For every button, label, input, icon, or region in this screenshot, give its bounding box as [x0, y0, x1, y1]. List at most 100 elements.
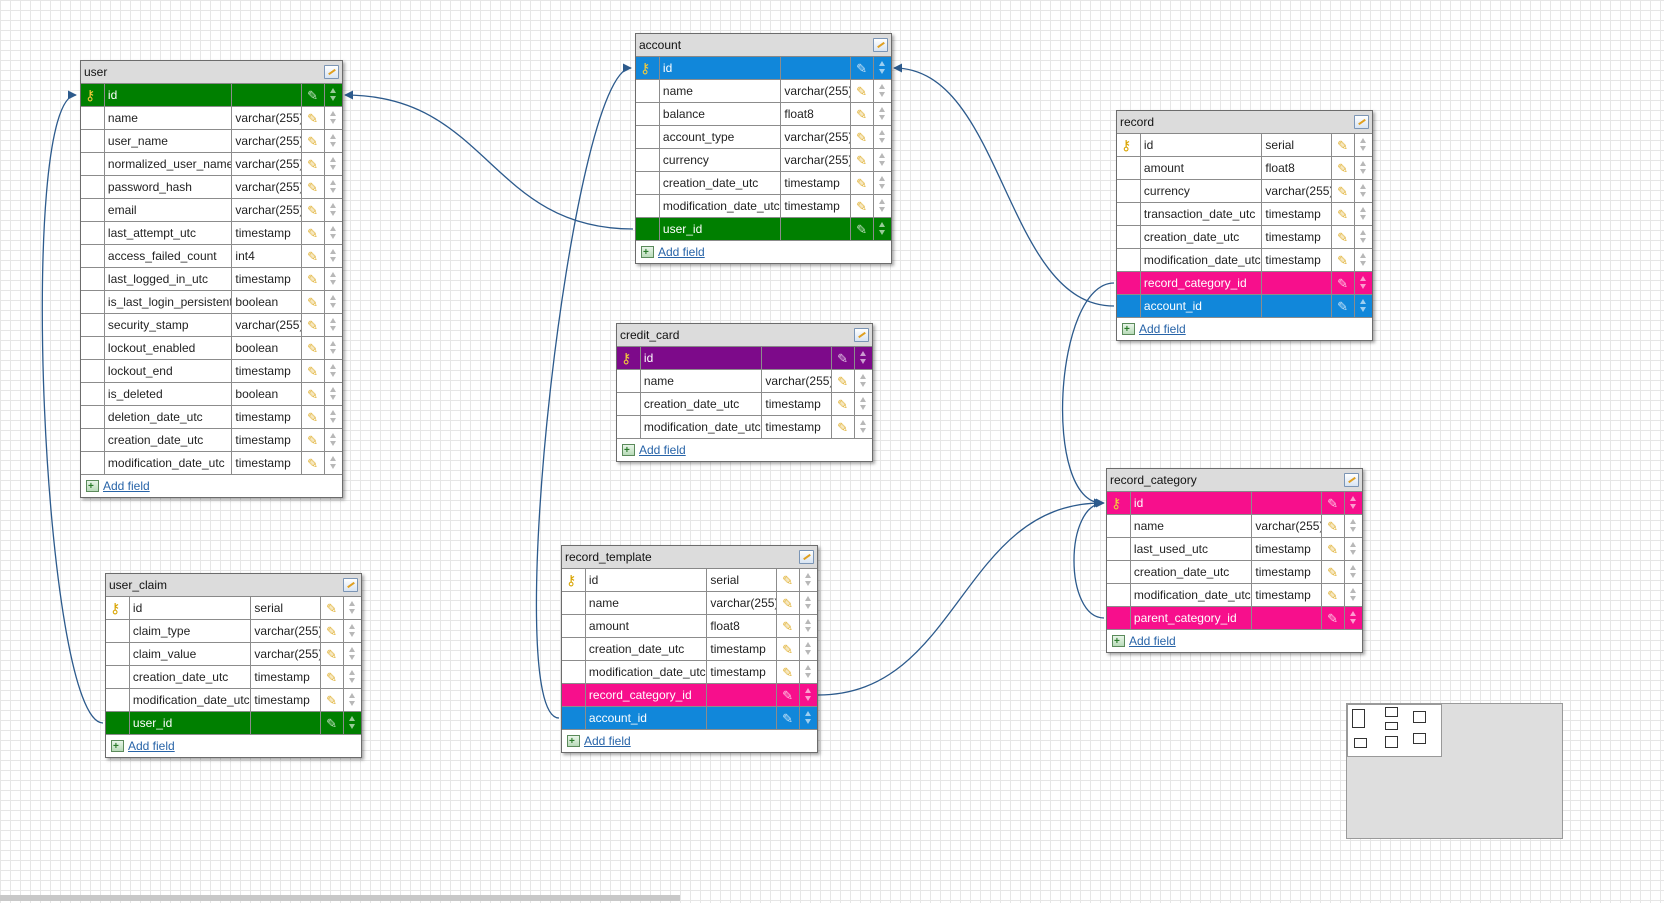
minimap[interactable] [1346, 703, 1563, 839]
reorder-arrows-icon[interactable] [1349, 519, 1357, 533]
reorder-arrows-icon[interactable] [804, 711, 812, 725]
edit-field-cell[interactable]: ✎ [302, 268, 326, 290]
table-record-category[interactable]: record_category ⚷ id ✎ name varchar(255) ✎ last… [1106, 468, 1363, 653]
field-row[interactable]: access_failed_count int4 ✎ [81, 245, 342, 268]
reorder-arrows-icon[interactable] [329, 111, 337, 125]
move-field-cell[interactable] [344, 712, 361, 734]
move-field-cell[interactable] [1355, 157, 1372, 179]
field-row[interactable]: amount float8 ✎ [562, 615, 817, 638]
pencil-icon[interactable]: ✎ [326, 713, 337, 734]
field-row[interactable]: ⚷ id serial ✎ [106, 597, 361, 620]
move-field-cell[interactable] [325, 291, 342, 313]
reorder-arrows-icon[interactable] [859, 397, 867, 411]
field-row[interactable]: creation_date_utc timestamp ✎ [106, 666, 361, 689]
pencil-icon[interactable]: ✎ [307, 200, 318, 221]
reorder-arrows-icon[interactable] [329, 387, 337, 401]
edit-table-icon[interactable] [854, 328, 869, 342]
edit-field-cell[interactable]: ✎ [302, 176, 326, 198]
table-credit-card[interactable]: credit_card ⚷ id ✎ name varchar(255) ✎ creation… [616, 323, 873, 462]
field-row[interactable]: lockout_enabled boolean ✎ [81, 337, 342, 360]
field-row[interactable]: ⚷ id ✎ [81, 84, 342, 107]
edit-field-cell[interactable]: ✎ [321, 620, 345, 642]
reorder-arrows-icon[interactable] [1359, 207, 1367, 221]
add-field-link[interactable]: Add field [103, 475, 150, 497]
move-field-cell[interactable] [874, 218, 891, 240]
pencil-icon[interactable]: ✎ [307, 292, 318, 313]
reorder-arrows-icon[interactable] [329, 318, 337, 332]
field-row[interactable]: last_attempt_utc timestamp ✎ [81, 222, 342, 245]
move-field-cell[interactable] [325, 268, 342, 290]
move-field-cell[interactable] [874, 172, 891, 194]
move-field-cell[interactable] [1355, 272, 1372, 294]
move-field-cell[interactable] [800, 592, 817, 614]
edit-field-cell[interactable]: ✎ [777, 684, 801, 706]
pencil-icon[interactable]: ✎ [782, 570, 793, 591]
move-field-cell[interactable] [325, 383, 342, 405]
field-row[interactable]: account_type varchar(255) ✎ [636, 126, 891, 149]
pencil-icon[interactable]: ✎ [782, 685, 793, 706]
table-user-claim[interactable]: user_claim ⚷ id serial ✎ claim_type varchar(25… [105, 573, 362, 758]
move-field-cell[interactable] [325, 337, 342, 359]
edit-field-cell[interactable]: ✎ [832, 393, 856, 415]
move-field-cell[interactable] [325, 107, 342, 129]
reorder-arrows-icon[interactable] [329, 88, 337, 102]
pencil-icon[interactable]: ✎ [782, 662, 793, 683]
edit-field-cell[interactable]: ✎ [1322, 492, 1346, 514]
edit-table-icon[interactable] [1344, 473, 1359, 487]
table-header[interactable]: account [636, 34, 891, 57]
move-field-cell[interactable] [1355, 226, 1372, 248]
pencil-icon[interactable]: ✎ [1327, 608, 1338, 629]
move-field-cell[interactable] [325, 406, 342, 428]
field-row[interactable]: is_deleted boolean ✎ [81, 383, 342, 406]
pencil-icon[interactable]: ✎ [782, 639, 793, 660]
move-field-cell[interactable] [1345, 607, 1362, 629]
move-field-cell[interactable] [325, 130, 342, 152]
pencil-icon[interactable]: ✎ [856, 219, 867, 240]
reorder-arrows-icon[interactable] [348, 670, 356, 684]
pencil-icon[interactable]: ✎ [326, 690, 337, 711]
reorder-arrows-icon[interactable] [329, 456, 337, 470]
pencil-icon[interactable]: ✎ [837, 417, 848, 438]
reorder-arrows-icon[interactable] [348, 624, 356, 638]
pencil-icon[interactable]: ✎ [307, 131, 318, 152]
pencil-icon[interactable]: ✎ [1337, 296, 1348, 317]
add-field-link[interactable]: Add field [658, 241, 705, 263]
add-field-link[interactable]: Add field [584, 730, 631, 752]
edit-field-cell[interactable]: ✎ [777, 661, 801, 683]
edit-field-cell[interactable]: ✎ [302, 383, 326, 405]
reorder-arrows-icon[interactable] [878, 107, 886, 121]
pencil-icon[interactable]: ✎ [307, 407, 318, 428]
reorder-arrows-icon[interactable] [1359, 230, 1367, 244]
field-row[interactable]: record_category_id ✎ [562, 684, 817, 707]
move-field-cell[interactable] [874, 80, 891, 102]
table-header[interactable]: user_claim [106, 574, 361, 597]
move-field-cell[interactable] [874, 149, 891, 171]
reorder-arrows-icon[interactable] [329, 180, 337, 194]
pencil-icon[interactable]: ✎ [307, 223, 318, 244]
pencil-icon[interactable]: ✎ [856, 196, 867, 217]
table-user[interactable]: user ⚷ id ✎ name varchar(255) ✎ user_name varcha… [80, 60, 343, 498]
field-row[interactable]: last_logged_in_utc timestamp ✎ [81, 268, 342, 291]
edit-field-cell[interactable]: ✎ [321, 689, 345, 711]
pencil-icon[interactable]: ✎ [782, 616, 793, 637]
edit-field-cell[interactable]: ✎ [777, 638, 801, 660]
edit-field-cell[interactable]: ✎ [302, 337, 326, 359]
reorder-arrows-icon[interactable] [1359, 184, 1367, 198]
move-field-cell[interactable] [344, 643, 361, 665]
relation-line-record-account-id[interactable] [893, 63, 1115, 307]
move-field-cell[interactable] [800, 615, 817, 637]
reorder-arrows-icon[interactable] [329, 341, 337, 355]
move-field-cell[interactable] [855, 393, 872, 415]
pencil-icon[interactable]: ✎ [856, 150, 867, 171]
field-row[interactable]: creation_date_utc timestamp ✎ [1117, 226, 1372, 249]
move-field-cell[interactable] [325, 360, 342, 382]
pencil-icon[interactable]: ✎ [837, 348, 848, 369]
pencil-icon[interactable]: ✎ [856, 173, 867, 194]
field-row[interactable]: user_name varchar(255) ✎ [81, 130, 342, 153]
pencil-icon[interactable]: ✎ [856, 127, 867, 148]
field-row[interactable]: balance float8 ✎ [636, 103, 891, 126]
edit-field-cell[interactable]: ✎ [832, 347, 856, 369]
edit-field-cell[interactable]: ✎ [302, 360, 326, 382]
edit-field-cell[interactable]: ✎ [1332, 226, 1356, 248]
field-row[interactable]: ⚷ id ✎ [1107, 492, 1362, 515]
